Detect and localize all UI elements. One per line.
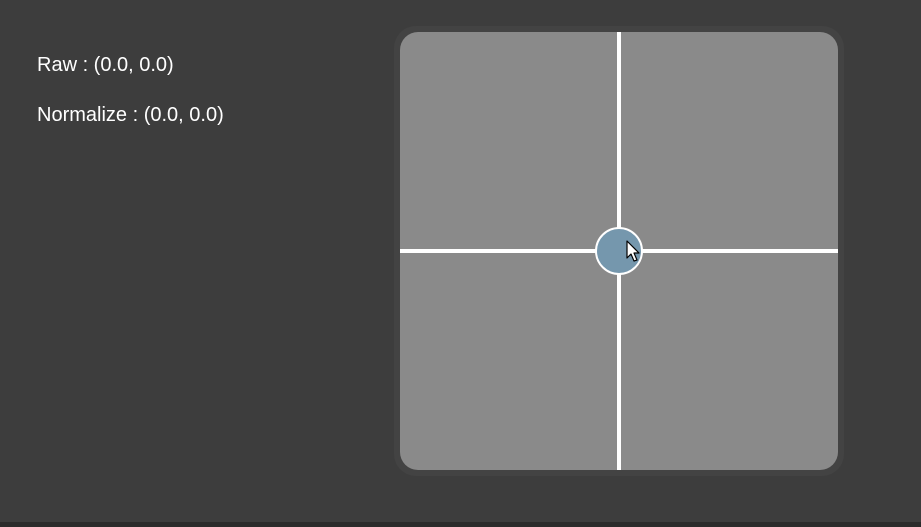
joystick-pad[interactable] <box>400 32 838 470</box>
mouse-pointer-icon <box>626 240 640 262</box>
raw-value-label: Raw : (0.0, 0.0) <box>37 54 174 76</box>
bottom-edge <box>0 522 921 527</box>
normalized-value-label: Normalize : (0.0, 0.0) <box>37 104 224 126</box>
